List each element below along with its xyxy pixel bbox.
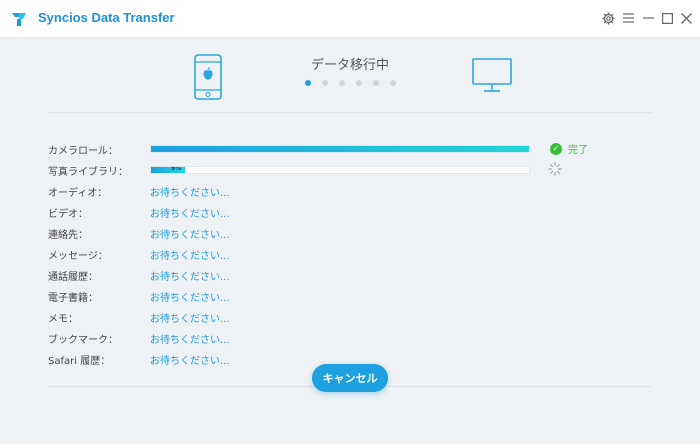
step-indicator <box>0 80 700 86</box>
row-label: Safari 履歴： <box>48 356 111 367</box>
cancel-button[interactable]: キャンセル <box>312 364 388 392</box>
status-waiting: お待ちください... <box>150 272 230 283</box>
step-dot <box>355 80 362 86</box>
progress-fill <box>151 146 529 152</box>
row-label: カメラロール： <box>48 146 118 157</box>
progress-bar <box>150 145 530 153</box>
status-waiting: お待ちください... <box>150 335 230 346</box>
transfer-row-photo-library: 写真ライブラリ： 9% <box>48 161 608 179</box>
transfer-row-ebooks: 電子書籍： お待ちください... <box>48 287 608 305</box>
transfer-row-contacts: 連絡先： お待ちください... <box>48 224 608 242</box>
status-waiting: お待ちください... <box>150 230 230 241</box>
status-waiting: お待ちください... <box>150 209 230 220</box>
transfer-status-title: データ移行中 <box>310 58 389 73</box>
row-label: オーディオ： <box>48 188 108 199</box>
hamburger-icon[interactable] <box>620 10 636 26</box>
maximize-icon[interactable] <box>659 10 675 26</box>
step-dot <box>389 80 396 86</box>
row-label: ビデオ： <box>48 209 88 220</box>
step-dot <box>338 80 345 86</box>
status-done: ✓ 完了 <box>550 141 588 156</box>
status-waiting: お待ちください... <box>150 188 230 199</box>
transfer-row-audio: オーディオ： お待ちください... <box>48 182 608 200</box>
transfer-row-bookmarks: ブックマーク： お待ちください... <box>48 329 608 347</box>
status-waiting: お待ちください... <box>150 251 230 262</box>
transfer-row-video: ビデオ： お待ちください... <box>48 203 608 221</box>
transfer-row-messages: メッセージ： お待ちください... <box>48 245 608 263</box>
check-circle-icon: ✓ <box>550 142 562 155</box>
title-bar: Syncios Data Transfer <box>0 0 700 38</box>
step-dot <box>372 80 379 86</box>
status-waiting: お待ちください... <box>150 356 230 367</box>
transfer-row-notes: メモ： お待ちください... <box>48 308 608 326</box>
syncios-logo-icon <box>12 13 26 26</box>
row-label: 写真ライブラリ： <box>48 167 128 178</box>
row-label: メッセージ： <box>48 251 108 262</box>
gear-icon[interactable] <box>600 10 616 26</box>
status-text: 完了 <box>568 145 588 156</box>
progress-percent: 9% <box>171 166 182 172</box>
step-dot <box>304 80 311 86</box>
transfer-row-call-history: 通話履歴： お待ちください... <box>48 266 608 284</box>
row-label: 通話履歴： <box>48 272 98 283</box>
transfer-row-camera-roll: カメラロール： ✓ 完了 <box>48 140 608 158</box>
close-icon[interactable] <box>678 10 694 26</box>
progress-bar: 9% <box>150 166 530 174</box>
app-title: Syncios Data Transfer <box>38 10 175 25</box>
row-label: メモ： <box>48 314 78 325</box>
minimize-icon[interactable] <box>640 10 656 26</box>
monitor-icon <box>472 58 512 92</box>
row-label: 電子書籍： <box>48 293 98 304</box>
row-label: 連絡先： <box>48 230 88 241</box>
status-waiting: お待ちください... <box>150 293 230 304</box>
step-dot <box>321 80 328 86</box>
status-waiting: お待ちください... <box>150 314 230 325</box>
loading-spinner-icon <box>548 162 562 176</box>
divider <box>48 112 652 113</box>
row-label: ブックマーク： <box>48 335 118 346</box>
